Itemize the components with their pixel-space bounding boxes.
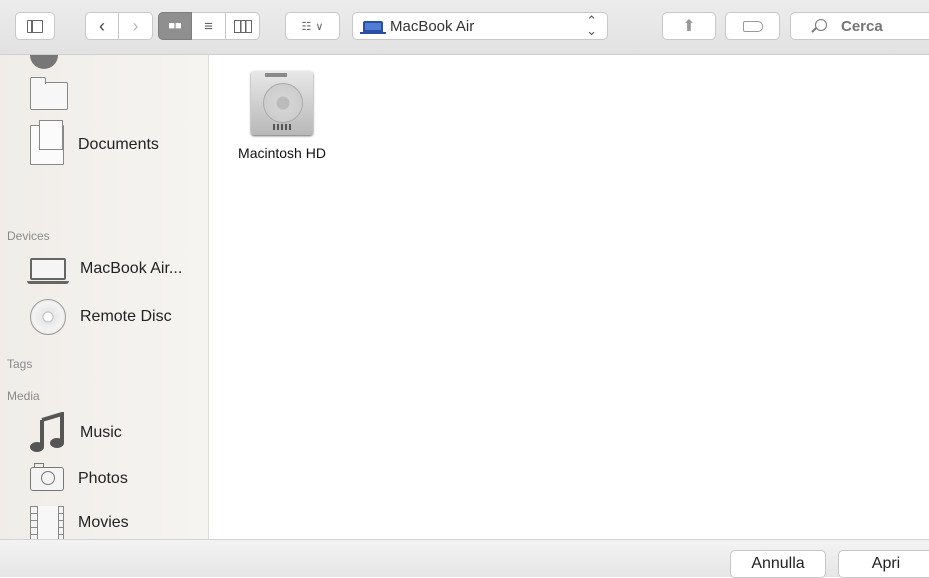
sidebar-item-label: Photos — [78, 470, 128, 487]
sidebar-item-documents[interactable]: Documents — [30, 120, 159, 167]
tag-icon — [742, 20, 763, 32]
file-browser: Macintosh HD — [209, 55, 929, 539]
toolbar: ‹ › ■■ ≡ ☷ ∨ MacBook Air ⌃ ⌄ ⬆ — [0, 0, 929, 55]
sidebar-item-photos[interactable]: Photos — [30, 461, 128, 497]
film-icon — [30, 506, 64, 539]
history-navigation: ‹ › — [85, 12, 153, 40]
sidebar-toggle-button[interactable] — [15, 12, 55, 40]
sidebar-item-music[interactable]: Music — [30, 411, 122, 455]
list-view-button[interactable]: ≡ — [192, 12, 226, 40]
columns-icon — [233, 19, 252, 33]
sidebar-header-devices: Devices — [7, 229, 50, 243]
camera-icon — [30, 463, 64, 491]
sidebar-header-media: Media — [7, 389, 40, 403]
cancel-button[interactable]: Annulla — [730, 550, 826, 578]
open-button[interactable]: Apri — [838, 550, 929, 578]
sidebar-item-movies[interactable]: Movies — [30, 505, 129, 539]
disc-icon — [30, 299, 66, 335]
chevron-right-icon: › — [132, 15, 139, 36]
airdrop-icon — [30, 55, 58, 69]
icon-view-button[interactable]: ■■ — [158, 12, 192, 40]
search-input[interactable] — [839, 16, 929, 36]
share-button[interactable]: ⬆ — [662, 12, 716, 40]
file-item-macintosh-hd[interactable]: Macintosh HD — [229, 63, 335, 161]
tags-button[interactable] — [725, 12, 780, 40]
arrange-button[interactable]: ☷ ∨ — [285, 12, 340, 40]
up-down-chevron-icon: ⌃ ⌄ — [586, 13, 597, 38]
sidebar-item-macbook-air[interactable]: MacBook Air... — [27, 251, 183, 287]
sidebar: Documents Devices MacBook Air... Remote … — [0, 55, 209, 539]
list-icon: ≡ — [204, 17, 213, 35]
sidebar-item-folder[interactable] — [29, 77, 82, 114]
arrange-grid-icon: ☷ — [301, 20, 312, 33]
dialog-footer: Annulla Apri — [0, 539, 929, 578]
forward-button[interactable]: › — [119, 12, 153, 40]
column-view-button[interactable] — [226, 12, 260, 40]
back-button[interactable]: ‹ — [85, 12, 119, 40]
magnifier-icon — [815, 19, 827, 31]
location-popup[interactable]: MacBook Air ⌃ ⌄ — [352, 12, 608, 40]
sidebar-item-label: MacBook Air... — [80, 260, 183, 277]
chevron-down-icon: ∨ — [315, 20, 324, 33]
sidebar-item-label: Remote Disc — [80, 308, 172, 325]
folder-icon — [29, 77, 68, 110]
grid-icon: ■■ — [168, 20, 182, 32]
search-field[interactable] — [790, 12, 929, 40]
view-mode-control: ■■ ≡ — [158, 12, 260, 40]
sidebar-icon — [27, 19, 43, 33]
hard-drive-icon — [247, 63, 317, 139]
laptop-icon — [27, 258, 69, 284]
share-icon: ⬆ — [682, 18, 696, 35]
file-item-name: Macintosh HD — [238, 145, 326, 161]
chevron-left-icon: ‹ — [99, 15, 105, 36]
document-icon — [30, 120, 64, 165]
location-name: MacBook Air — [390, 17, 475, 35]
music-note-icon — [30, 412, 64, 452]
sidebar-item-remote-disc[interactable]: Remote Disc — [30, 299, 172, 335]
sidebar-item-label: Documents — [78, 136, 159, 153]
sidebar-item-label: Music — [80, 424, 122, 441]
sidebar-item-label: Movies — [78, 514, 129, 531]
laptop-icon — [360, 20, 386, 34]
sidebar-header-tags: Tags — [7, 357, 33, 371]
